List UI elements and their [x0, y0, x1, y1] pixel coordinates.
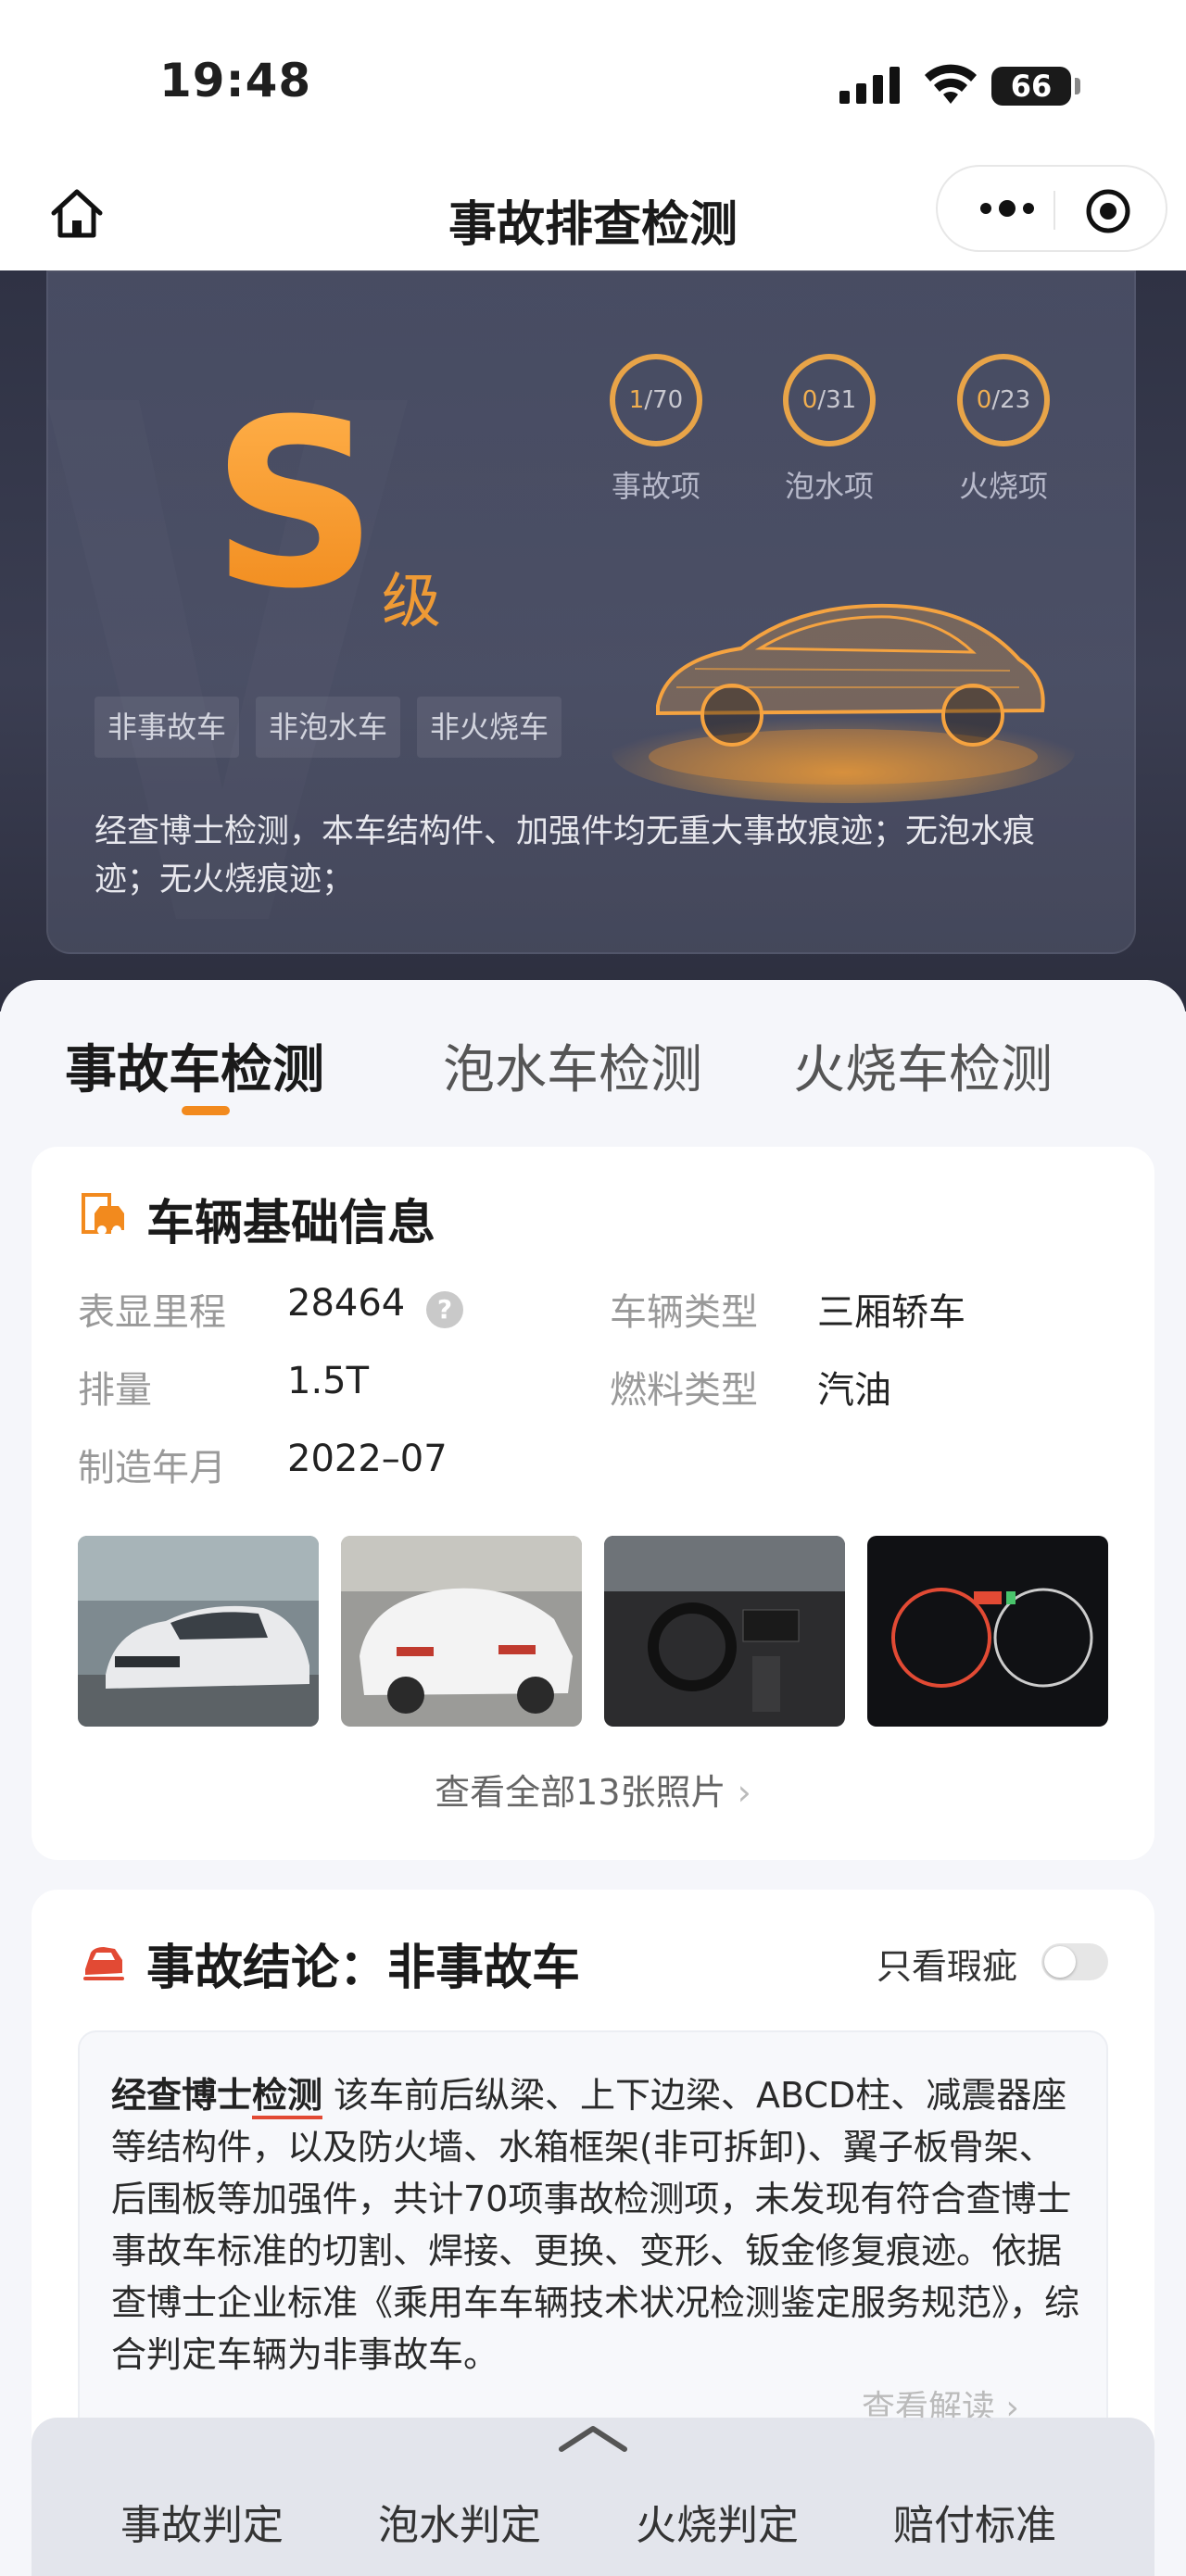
chaboshi-brand-mark: 经查博士检测: [111, 2069, 323, 2121]
displacement-value: 1.5T: [287, 1360, 370, 1402]
basic-info-title-text: 车辆基础信息: [146, 1196, 436, 1251]
nav-accident-judgement[interactable]: 事故判定: [120, 2492, 284, 2551]
manufacture-date-value: 2022–07: [287, 1438, 448, 1480]
accident-ring-label: 事故项: [611, 469, 700, 504]
grade-description: 经查博士检测，本车结构件、加强件均无重大事故痕迹；无泡水痕迹；无火烧痕迹；: [95, 813, 1036, 898]
tab-flood[interactable]: 泡水车检测: [443, 1028, 702, 1103]
car-rear-photo[interactable]: [341, 1536, 582, 1727]
close-miniprogram-icon[interactable]: [1084, 187, 1132, 235]
wifi-icon: [925, 64, 977, 104]
only-flaw-label: 只看瑕疵: [877, 1946, 1018, 1987]
conclusion-title-text: 事故结论：非事故车: [146, 1941, 581, 1996]
battery-icon: 66: [991, 67, 1071, 106]
flood-ring-label: 泡水项: [784, 469, 874, 504]
conclusion-title: 事故结论：非事故车: [78, 1929, 580, 1998]
fuel-type-label: 燃料类型: [610, 1369, 758, 1412]
accident-ring: 1/70: [610, 354, 702, 446]
car-hologram-illustration: [612, 603, 1075, 803]
capsule-divider: [1054, 191, 1055, 230]
mini-program-capsule: [936, 165, 1167, 252]
grade-suffix: 级: [382, 568, 441, 636]
tab-fire[interactable]: 火烧车检测: [793, 1028, 1053, 1103]
fire-ring-label: 火烧项: [958, 469, 1048, 504]
conclusion-text-block: 经查博士检测 该车前后纵梁、上下边梁、ABCD柱、减震器座等结构件，以及防火墙、水…: [111, 2069, 1084, 2381]
view-all-photos-link[interactable]: 查看全部13张照片 ›: [32, 1764, 1154, 1815]
car-interior-photo[interactable]: [604, 1536, 845, 1727]
battery-tip: [1075, 78, 1080, 94]
nav-bar: 事故排查检测: [0, 157, 1186, 270]
flood-ring: 0/31: [783, 354, 876, 446]
vehicle-type-value: 三厢轿车: [817, 1291, 965, 1334]
signal-icon: [839, 67, 900, 104]
grade-letter: S: [211, 370, 379, 639]
detection-tabs: 事故车检测 泡水车检测 火烧车检测: [0, 980, 1186, 1128]
help-icon[interactable]: ?: [426, 1291, 463, 1328]
basic-info-title: 车辆基础信息: [78, 1184, 435, 1253]
nav-flood-judgement[interactable]: 泡水判定: [378, 2492, 541, 2551]
tab-active-indicator: [182, 1106, 230, 1115]
bottom-judgement-nav: 事故判定 泡水判定 火烧判定 赔付标准: [32, 2418, 1154, 2576]
mileage-label: 表显里程: [78, 1291, 226, 1334]
crash-car-icon: [83, 1947, 124, 1980]
tag-non-fire: 非火烧车: [417, 697, 562, 758]
displacement-label: 排量: [78, 1369, 152, 1412]
car-doc-icon: [82, 1193, 124, 1235]
status-bar: 19:48 66: [0, 0, 1186, 157]
car-front-photo[interactable]: [78, 1536, 319, 1727]
tab-accident[interactable]: 事故车检测: [65, 1028, 324, 1103]
status-time: 19:48: [159, 54, 312, 107]
nav-compensation-standard[interactable]: 赔付标准: [893, 2492, 1056, 2551]
mileage-value: 28464: [287, 1282, 406, 1325]
vehicle-type-label: 车辆类型: [610, 1291, 758, 1334]
fuel-type-value: 汽油: [817, 1369, 891, 1412]
chevron-right-icon: ›: [737, 1772, 751, 1813]
basic-info-card: 车辆基础信息 表显里程 28464 ? 车辆类型 三厢轿车 排量 1.5T 燃料…: [32, 1147, 1154, 1860]
fire-ring: 0/23: [957, 354, 1050, 446]
more-icon[interactable]: [965, 185, 1049, 232]
manufacture-date-label: 制造年月: [78, 1447, 226, 1489]
only-flaw-toggle[interactable]: [1041, 1943, 1108, 1980]
tag-non-accident: 非事故车: [95, 697, 240, 758]
tag-non-flood: 非泡水车: [256, 697, 401, 758]
nav-fire-judgement[interactable]: 火烧判定: [636, 2492, 799, 2551]
grade-hero: S 级 1/70 事故项 0/31 泡水项 0/23 火烧项 非事故车 非泡水车…: [0, 270, 1186, 1012]
chevron-up-icon[interactable]: [556, 2421, 630, 2455]
dashboard-photo[interactable]: [867, 1536, 1108, 1727]
